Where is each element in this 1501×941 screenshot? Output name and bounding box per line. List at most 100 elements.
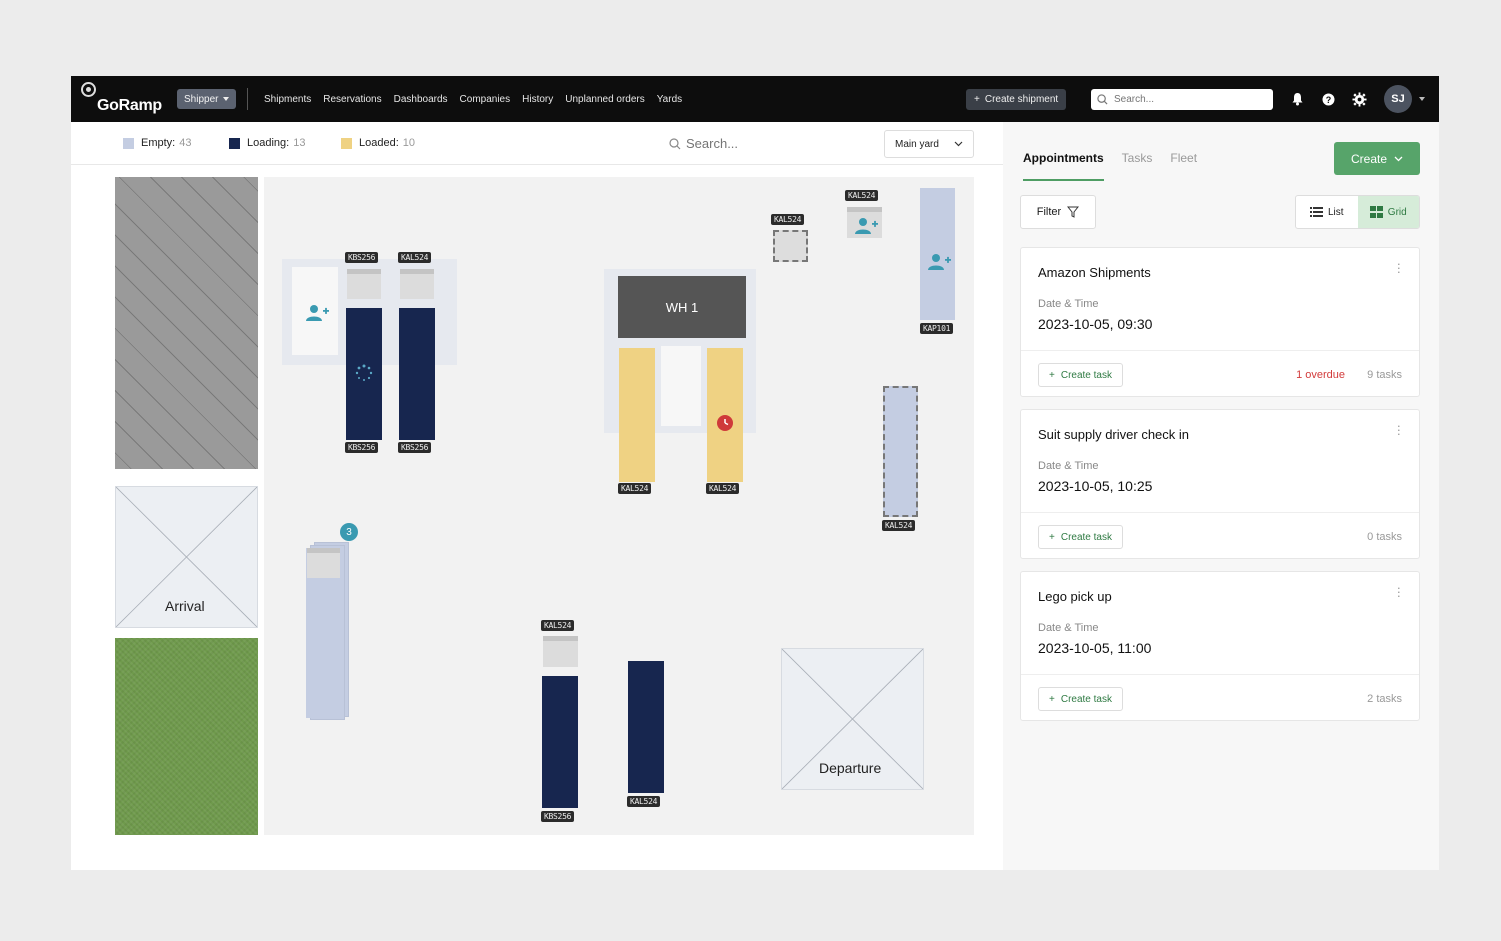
plus-icon: + bbox=[1049, 369, 1055, 381]
panel-tabs: Appointments Tasks Fleet bbox=[1023, 151, 1197, 181]
legend-empty-label: Empty: bbox=[141, 137, 176, 149]
nav-link-dashboards[interactable]: Dashboards bbox=[394, 94, 448, 105]
trailer-tag: KAL524 bbox=[882, 520, 916, 531]
map-search-input[interactable] bbox=[686, 136, 816, 151]
grid-label: Grid bbox=[1387, 206, 1407, 218]
appointment-card[interactable]: Lego pick up · · · Date & Time 2023-10-05,… bbox=[1020, 571, 1420, 721]
create-task-button[interactable]: + Create task bbox=[1038, 687, 1123, 711]
truck-cab bbox=[347, 269, 381, 299]
create-task-button[interactable]: + Create task bbox=[1038, 363, 1123, 387]
tab-tasks[interactable]: Tasks bbox=[1122, 151, 1153, 181]
plus-icon: + bbox=[974, 94, 980, 105]
kebab-menu-icon[interactable]: · · · bbox=[1397, 581, 1401, 602]
card-title: Lego pick up bbox=[1038, 589, 1112, 604]
overdue-count: 1 overdue bbox=[1296, 369, 1345, 381]
nav-link-history[interactable]: History bbox=[522, 94, 553, 105]
chevron-down-icon bbox=[954, 141, 963, 147]
legend-loaded: Loaded: 10 bbox=[341, 137, 415, 149]
add-person-icon[interactable] bbox=[854, 217, 878, 235]
nav-links: Shipments Reservations Dashboards Compan… bbox=[264, 76, 682, 122]
trailer-tag: KAL524 bbox=[845, 190, 879, 201]
view-toggle: List Grid bbox=[1295, 195, 1420, 229]
logo-icon bbox=[81, 82, 96, 97]
legend-loading-label: Loading: bbox=[247, 137, 290, 149]
create-shipment-label: Create shipment bbox=[984, 94, 1059, 105]
trailer-loaded[interactable] bbox=[619, 348, 655, 482]
trailer-tag: KBS256 bbox=[345, 252, 379, 263]
avatar[interactable]: SJ bbox=[1384, 85, 1412, 113]
trailer-slot-planned[interactable] bbox=[883, 386, 918, 517]
card-title: Amazon Shipments bbox=[1038, 265, 1151, 280]
kebab-menu-icon[interactable]: · · · bbox=[1397, 257, 1401, 278]
bell-icon[interactable] bbox=[1288, 90, 1306, 108]
nav-link-companies[interactable]: Companies bbox=[460, 94, 511, 105]
nav-link-reservations[interactable]: Reservations bbox=[323, 94, 381, 105]
nav-link-yards[interactable]: Yards bbox=[657, 94, 682, 105]
legend-swatch-loading bbox=[229, 137, 240, 149]
map-search[interactable] bbox=[669, 136, 816, 151]
legend-empty: Empty: 43 bbox=[123, 137, 191, 149]
arrival-zone[interactable]: Arrival bbox=[115, 486, 258, 628]
add-person-icon[interactable] bbox=[305, 304, 329, 322]
appointment-card[interactable]: Suit supply driver check in · · · Date & T… bbox=[1020, 409, 1420, 559]
grid-view-button[interactable]: Grid bbox=[1357, 196, 1419, 228]
kebab-menu-icon[interactable]: · · · bbox=[1397, 419, 1401, 440]
logo[interactable]: GoRamp bbox=[81, 82, 162, 115]
departure-zone[interactable]: Departure bbox=[781, 648, 924, 790]
app-window: GoRamp Shipper Shipments Reservations Da… bbox=[71, 76, 1439, 870]
appointment-card[interactable]: Amazon Shipments · · · Date & Time 2023-10… bbox=[1020, 247, 1420, 397]
task-count: 0 tasks bbox=[1367, 531, 1402, 543]
task-count: 9 tasks bbox=[1367, 369, 1402, 381]
create-task-label: Create task bbox=[1060, 531, 1112, 543]
filter-button[interactable]: Filter bbox=[1020, 195, 1096, 229]
trailer-loading[interactable] bbox=[542, 676, 578, 808]
trailer-slot-planned[interactable] bbox=[773, 230, 808, 262]
dock-bay bbox=[661, 346, 701, 426]
tab-appointments[interactable]: Appointments bbox=[1023, 151, 1104, 181]
add-person-icon[interactable] bbox=[927, 253, 951, 271]
create-task-button[interactable]: + Create task bbox=[1038, 525, 1123, 549]
departure-label: Departure bbox=[819, 760, 882, 776]
gear-icon[interactable] bbox=[1350, 90, 1368, 108]
loading-spinner-icon bbox=[355, 364, 373, 381]
truck-cab bbox=[543, 636, 578, 667]
create-button[interactable]: Create bbox=[1334, 142, 1420, 175]
legend-loaded-label: Loaded: bbox=[359, 137, 399, 149]
legend-swatch-loaded bbox=[341, 137, 352, 149]
warehouse[interactable]: WH 1 bbox=[618, 276, 746, 338]
global-search-input[interactable] bbox=[1114, 94, 1264, 105]
role-label: Shipper bbox=[184, 93, 219, 105]
nav-link-shipments[interactable]: Shipments bbox=[264, 94, 311, 105]
trailer-tag: KAL524 bbox=[771, 214, 805, 225]
create-shipment-button[interactable]: + Create shipment bbox=[966, 89, 1067, 110]
trailer-tag: KAL524 bbox=[627, 796, 661, 807]
list-label: List bbox=[1327, 206, 1344, 218]
plus-icon: + bbox=[1049, 693, 1055, 705]
chevron-down-icon bbox=[223, 97, 230, 101]
role-dropdown[interactable]: Shipper bbox=[177, 89, 237, 109]
help-icon[interactable]: ? bbox=[1319, 90, 1337, 108]
yard-toolbar: Empty: 43 Loading: 13 Loaded: 10 Main ya… bbox=[71, 122, 1003, 165]
trailer-tag: KBS256 bbox=[541, 811, 575, 822]
trailer-tag: KAL524 bbox=[541, 620, 575, 631]
plus-icon: + bbox=[1049, 531, 1055, 543]
trailer-loading[interactable] bbox=[628, 661, 664, 793]
zone-restricted bbox=[115, 177, 258, 469]
yard-select[interactable]: Main yard bbox=[884, 130, 974, 158]
trailer-tag: KAL524 bbox=[706, 483, 740, 494]
list-view-button[interactable]: List bbox=[1296, 196, 1358, 228]
create-task-label: Create task bbox=[1060, 369, 1112, 381]
clock-alert-icon[interactable] bbox=[717, 415, 733, 431]
list-icon bbox=[1309, 207, 1323, 217]
legend-loaded-count: 10 bbox=[402, 137, 416, 149]
nav-link-unplanned-orders[interactable]: Unplanned orders bbox=[565, 94, 645, 105]
chevron-down-icon[interactable] bbox=[1419, 97, 1425, 101]
truck-cab bbox=[307, 548, 340, 578]
global-search[interactable] bbox=[1091, 89, 1273, 110]
truck-cab bbox=[400, 269, 434, 299]
card-datetime-label: Date & Time bbox=[1038, 460, 1099, 472]
arrival-label: Arrival bbox=[165, 598, 205, 614]
tab-fleet[interactable]: Fleet bbox=[1170, 151, 1197, 181]
trailer-loading[interactable] bbox=[399, 308, 435, 440]
task-count: 2 tasks bbox=[1367, 693, 1402, 705]
